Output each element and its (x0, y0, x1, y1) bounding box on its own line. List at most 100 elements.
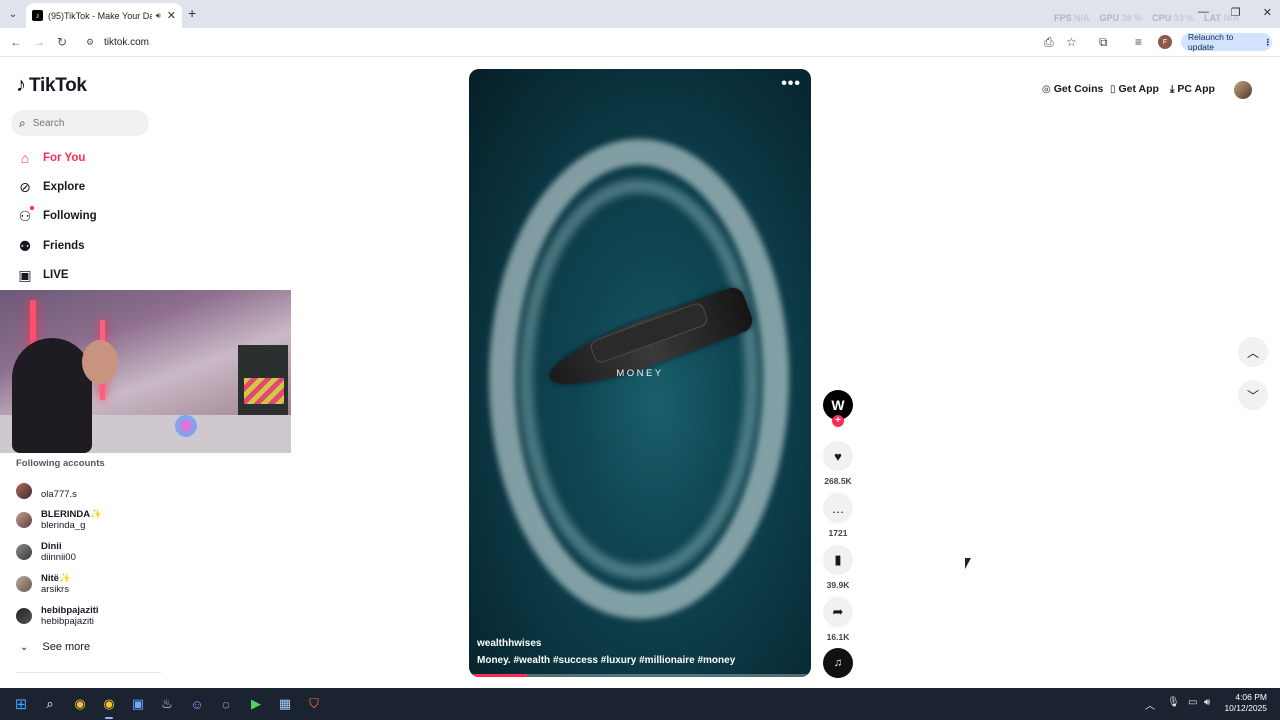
relaunch-button[interactable]: Relaunch to update ⋮ (1181, 32, 1273, 52)
pc-app-button[interactable]: ⤓ PC App (1170, 83, 1215, 95)
video-player[interactable]: MONEY ••• wealthhwises Money. #wealth #s… (469, 69, 811, 677)
coin-icon: ◎ (1042, 83, 1051, 95)
comment-count: 1721 (828, 528, 848, 538)
profile-avatar[interactable]: F (1158, 35, 1172, 49)
back-icon[interactable]: ← (10, 35, 22, 49)
search-box[interactable]: ⌕ (11, 110, 149, 136)
clock-time: 4:06 PM (1235, 692, 1267, 702)
menu-dots-icon[interactable]: ⋮ (1264, 37, 1273, 48)
next-video-button[interactable]: ﹀ (1238, 380, 1268, 410)
speaker-icon[interactable]: 🔊︎ (156, 11, 161, 21)
music-disc-icon[interactable]: ♫ (823, 648, 853, 678)
get-coins-button[interactable]: ◎ Get Coins (1042, 83, 1103, 95)
avatar (16, 544, 32, 560)
nav-for-you[interactable]: ⌂ For You (16, 148, 86, 168)
account-item[interactable]: BLERINDA✨ blerinda_g (16, 509, 102, 531)
taskbar-clock[interactable]: 4:06 PM 10/12/2025 (1223, 692, 1267, 714)
video-author[interactable]: wealthhwises (477, 638, 541, 649)
account-handle: diinnii00 (41, 552, 76, 563)
save-button[interactable]: ▮ (823, 545, 853, 575)
follow-plus-icon[interactable]: + (832, 415, 844, 427)
steam-icon[interactable]: ♨ (157, 694, 177, 714)
search-input[interactable] (32, 117, 133, 129)
media-app-icon[interactable]: ▶ (246, 694, 266, 714)
home-icon: ⌂ (20, 150, 30, 166)
streamer-webcam-overlay (0, 290, 291, 453)
nav-label: LIVE (43, 269, 69, 281)
brave-icon[interactable]: ⛉ (304, 694, 324, 714)
share-button[interactable]: ➦ (823, 597, 853, 627)
forward-icon[interactable]: → (33, 35, 45, 49)
fps-label: FPS (1054, 13, 1072, 23)
nav-friends[interactable]: ⚉ Friends (16, 236, 85, 256)
app-icon[interactable]: ▣ (128, 694, 148, 714)
minimize-icon[interactable]: — (1198, 6, 1209, 19)
cpu-value: 33 % (1173, 13, 1195, 23)
following-icon: ⚇ (18, 207, 32, 224)
media-controls-icon[interactable]: ≡ (1135, 35, 1142, 49)
browser-tab[interactable]: ♪ (95)TikTok - Make Your Day 🔊︎ ✕ (26, 3, 182, 28)
phone-icon: ▯ (1110, 83, 1116, 95)
chrome-profile-icon[interactable]: ◉ (99, 694, 119, 714)
account-item[interactable]: hebibpajaziti hebibpajaziti (16, 605, 99, 627)
discord-icon[interactable]: ☺ (187, 694, 207, 714)
close-window-icon[interactable]: ✕ (1263, 6, 1272, 19)
tiktok-favicon-icon: ♪ (32, 10, 43, 21)
avatar (16, 576, 32, 592)
windows-start-icon[interactable]: ⊞ (11, 694, 31, 714)
bookmark-star-icon[interactable]: ☆ (1066, 35, 1077, 49)
gpu-value: 38 % (1121, 13, 1143, 23)
close-tab-icon[interactable]: ✕ (167, 9, 176, 22)
search-icon[interactable]: ⌕ (40, 694, 60, 714)
tray-chevron-icon[interactable]: ︿ (1145, 697, 1155, 712)
account-item[interactable]: Dinii diinnii00 (16, 541, 76, 563)
tab-search-icon[interactable]: ⌄ (4, 6, 22, 22)
mouse-cursor-icon (965, 558, 971, 569)
gpu-label: GPU (1099, 13, 1120, 23)
more-options-icon[interactable]: ••• (781, 75, 801, 93)
account-handle: blerinda_g (41, 520, 86, 531)
get-app-button[interactable]: ▯ Get App (1110, 83, 1159, 95)
active-app-indicator (105, 717, 113, 719)
account-handle: arsikrs (41, 584, 69, 595)
relaunch-label: Relaunch to update (1188, 32, 1234, 52)
see-more-label: See more (42, 641, 91, 653)
app-icon[interactable]: ◌ (216, 694, 236, 714)
divider (16, 672, 161, 673)
following-accounts-title: Following accounts (16, 458, 105, 469)
nav-following[interactable]: ⚇ Following (16, 206, 97, 226)
microphone-icon[interactable]: 🎙︎ (1167, 697, 1180, 708)
user-avatar[interactable] (1234, 81, 1252, 99)
bookmark-icon: ▮ (834, 552, 842, 567)
following-notification-dot (30, 206, 34, 210)
heart-icon: ♥ (834, 448, 842, 464)
url-field[interactable]: tiktok.com (104, 37, 149, 48)
previous-video-button[interactable]: ︿ (1238, 337, 1268, 367)
nav-label: Friends (43, 240, 85, 252)
nav-explore[interactable]: ⊘ Explore (16, 177, 85, 197)
site-info-icon[interactable]: ⚙ (86, 37, 94, 48)
network-icon[interactable]: ▭ (1188, 697, 1197, 708)
video-progress-bar[interactable] (469, 674, 811, 677)
see-more-button[interactable]: ⌄ See more (20, 641, 90, 653)
restore-icon[interactable]: ❐ (1231, 6, 1241, 19)
comment-button[interactable]: … (823, 493, 853, 523)
video-caption[interactable]: Money. #wealth #success #luxury #million… (477, 655, 735, 666)
chevron-down-icon: ⌄ (20, 641, 29, 653)
avatar (16, 608, 32, 624)
nav-live[interactable]: ▣ LIVE (16, 265, 69, 285)
account-item[interactable]: ola777.s (16, 481, 77, 500)
account-item[interactable]: Nitë✨ arsikrs (16, 573, 71, 595)
like-button[interactable]: ♥ (823, 441, 853, 471)
extensions-icon[interactable]: ⧉ (1099, 35, 1108, 50)
chrome-icon[interactable]: ◉ (70, 694, 90, 714)
new-tab-icon[interactable]: + (188, 5, 196, 21)
volume-icon[interactable]: 🔊︎ (1204, 697, 1210, 708)
calculator-icon[interactable]: ▦ (275, 694, 295, 714)
reload-icon[interactable]: ↻ (57, 35, 67, 49)
avatar (16, 482, 32, 499)
search-icon: ⌕ (19, 115, 26, 130)
get-coins-label: Get Coins (1053, 83, 1104, 95)
install-app-icon[interactable]: ⎙ (1044, 35, 1054, 50)
tiktok-logo[interactable]: ♪ TikTok (16, 74, 87, 97)
